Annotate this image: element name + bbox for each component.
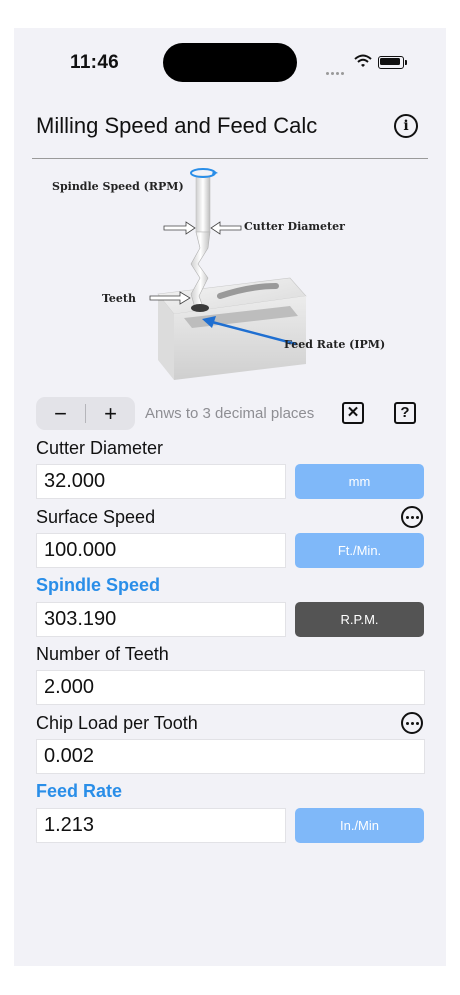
- chip-load-more-icon[interactable]: [401, 712, 423, 734]
- feed-rate-input[interactable]: 1.213: [36, 808, 286, 843]
- header-divider: [32, 158, 428, 159]
- feed-rate-label: Feed Rate: [36, 781, 123, 801]
- surface-speed-label: Surface Speed: [36, 507, 156, 527]
- surface-speed-unit-button[interactable]: Ft./Min.: [295, 533, 424, 568]
- page-title: Milling Speed and Feed Calc: [36, 113, 318, 138]
- surface-speed-more-icon[interactable]: [401, 506, 423, 528]
- feed-rate-unit-button[interactable]: In./Min: [295, 808, 424, 843]
- status-icons: [322, 52, 412, 75]
- spindle-speed-input[interactable]: 303.190: [36, 602, 286, 637]
- cutter-diameter-caption: Cutter Diameter: [244, 220, 345, 233]
- spindle-speed-caption: Spindle Speed (RPM): [52, 180, 184, 193]
- milling-diagram: Spindle Speed (RPM) Cutter Diameter Teet…: [52, 168, 385, 380]
- info-icon[interactable]: i: [394, 114, 418, 138]
- teeth-caption: Teeth: [102, 292, 136, 305]
- increase-precision-button[interactable]: +: [86, 397, 135, 430]
- number-of-teeth-label: Number of Teeth: [36, 644, 169, 664]
- cutter-diameter-unit-button[interactable]: mm: [295, 464, 424, 499]
- help-icon[interactable]: ?: [394, 402, 416, 424]
- cutter-diameter-label: Cutter Diameter: [36, 438, 164, 458]
- number-of-teeth-input[interactable]: 2.000: [36, 670, 425, 705]
- spindle-speed-unit-button[interactable]: R.P.M.: [295, 602, 424, 637]
- decrease-precision-button[interactable]: −: [36, 397, 85, 430]
- clear-icon[interactable]: ✕: [342, 402, 364, 424]
- battery-icon: [378, 56, 407, 69]
- wifi-icon: [354, 54, 372, 67]
- status-time: 11:46: [70, 52, 120, 73]
- surface-speed-input[interactable]: 100.000: [36, 533, 286, 568]
- chip-load-label: Chip Load per Tooth: [36, 713, 198, 733]
- precision-text: Anws to 3 decimal places: [145, 405, 315, 422]
- cellular-icon: [326, 62, 346, 80]
- feed-rate-caption: Feed Rate (IPM): [284, 338, 385, 351]
- dynamic-island: [163, 43, 297, 82]
- cutter-diameter-input[interactable]: 32.000: [36, 464, 286, 499]
- app-screen: 11:46 Milling Speed and Feed Calc i Spin…: [14, 28, 446, 966]
- spindle-speed-label: Spindle Speed: [36, 575, 161, 595]
- chip-load-input[interactable]: 0.002: [36, 739, 425, 774]
- precision-stepper: − +: [36, 397, 135, 430]
